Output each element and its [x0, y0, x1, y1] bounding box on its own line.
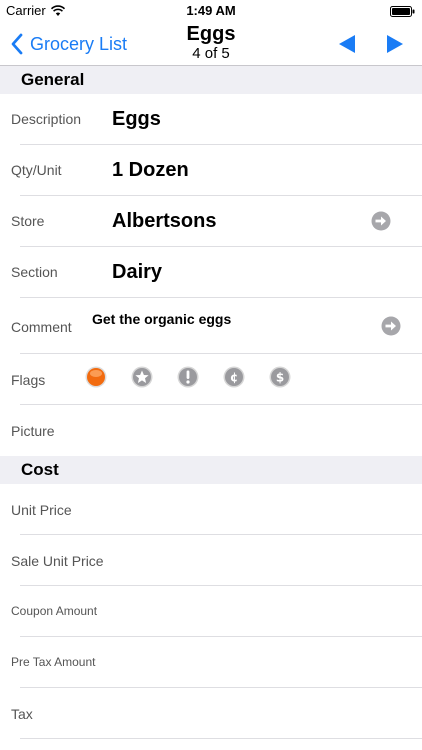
comment-label: Comment [11, 319, 72, 335]
sale-unit-price-label: Sale Unit Price [11, 553, 104, 569]
star-flag-icon[interactable] [131, 366, 153, 388]
picture-label: Picture [11, 423, 55, 439]
tax-row[interactable]: Tax [0, 688, 422, 739]
picture-row[interactable]: Picture [0, 405, 422, 456]
navigation-bar: Grocery List Eggs 4 of 5 [0, 22, 422, 66]
previous-item-button[interactable] [337, 34, 359, 54]
section-header-cost: Cost [0, 456, 422, 484]
qty-unit-value[interactable]: 1 Dozen [112, 159, 189, 182]
qty-unit-label: Qty/Unit [11, 162, 62, 178]
orange-dot-flag-icon[interactable] [85, 366, 107, 388]
comment-value[interactable]: Get the organic eggs [92, 311, 231, 327]
clock: 1:49 AM [186, 3, 236, 18]
svg-text:$: $ [276, 371, 284, 385]
arrow-right-circle-icon[interactable] [371, 211, 391, 231]
back-button-label: Grocery List [30, 33, 128, 54]
status-bar: Carrier 1:49 AM [0, 0, 422, 22]
unit-price-label: Unit Price [11, 502, 72, 518]
coupon-amount-row[interactable]: Coupon Amount [0, 586, 422, 637]
store-row[interactable]: Store Albertsons [0, 196, 422, 247]
pre-tax-amount-row[interactable]: Pre Tax Amount [0, 637, 422, 688]
sale-unit-price-row[interactable]: Sale Unit Price [0, 535, 422, 586]
qty-unit-row[interactable]: Qty/Unit 1 Dozen [0, 145, 422, 196]
next-item-button[interactable] [383, 34, 405, 54]
exclamation-flag-icon[interactable] [177, 366, 199, 388]
flags-row: Flags ¢ $ [0, 354, 422, 405]
store-value[interactable]: Albertsons [112, 210, 216, 233]
comment-row[interactable]: Comment Get the organic eggs [0, 298, 422, 354]
section-header-general: General [0, 66, 422, 94]
store-label: Store [11, 213, 45, 229]
dollar-flag-icon[interactable]: $ [269, 366, 291, 388]
divider [20, 738, 422, 739]
section-title: General [21, 70, 85, 89]
description-row[interactable]: Description Eggs [0, 94, 422, 145]
unit-price-row[interactable]: Unit Price [0, 484, 422, 535]
back-button[interactable]: Grocery List [10, 31, 127, 57]
section-row[interactable]: Section Dairy [0, 247, 422, 298]
section-label: Section [11, 264, 58, 280]
svg-text:¢: ¢ [230, 371, 238, 385]
arrow-right-circle-icon[interactable] [381, 316, 401, 336]
section-title: Cost [21, 460, 59, 479]
chevron-left-icon [11, 33, 23, 55]
flags-label: Flags [11, 372, 46, 388]
cent-flag-icon[interactable]: ¢ [223, 366, 245, 388]
page-position: 4 of 5 [192, 45, 230, 62]
description-value[interactable]: Eggs [112, 108, 161, 131]
description-label: Description [11, 111, 82, 127]
coupon-amount-label: Coupon Amount [11, 604, 98, 618]
battery-icon [390, 6, 415, 17]
pre-tax-amount-label: Pre Tax Amount [11, 655, 96, 669]
page-title: Eggs [186, 23, 236, 45]
tax-label: Tax [11, 706, 33, 722]
section-value[interactable]: Dairy [112, 261, 162, 284]
